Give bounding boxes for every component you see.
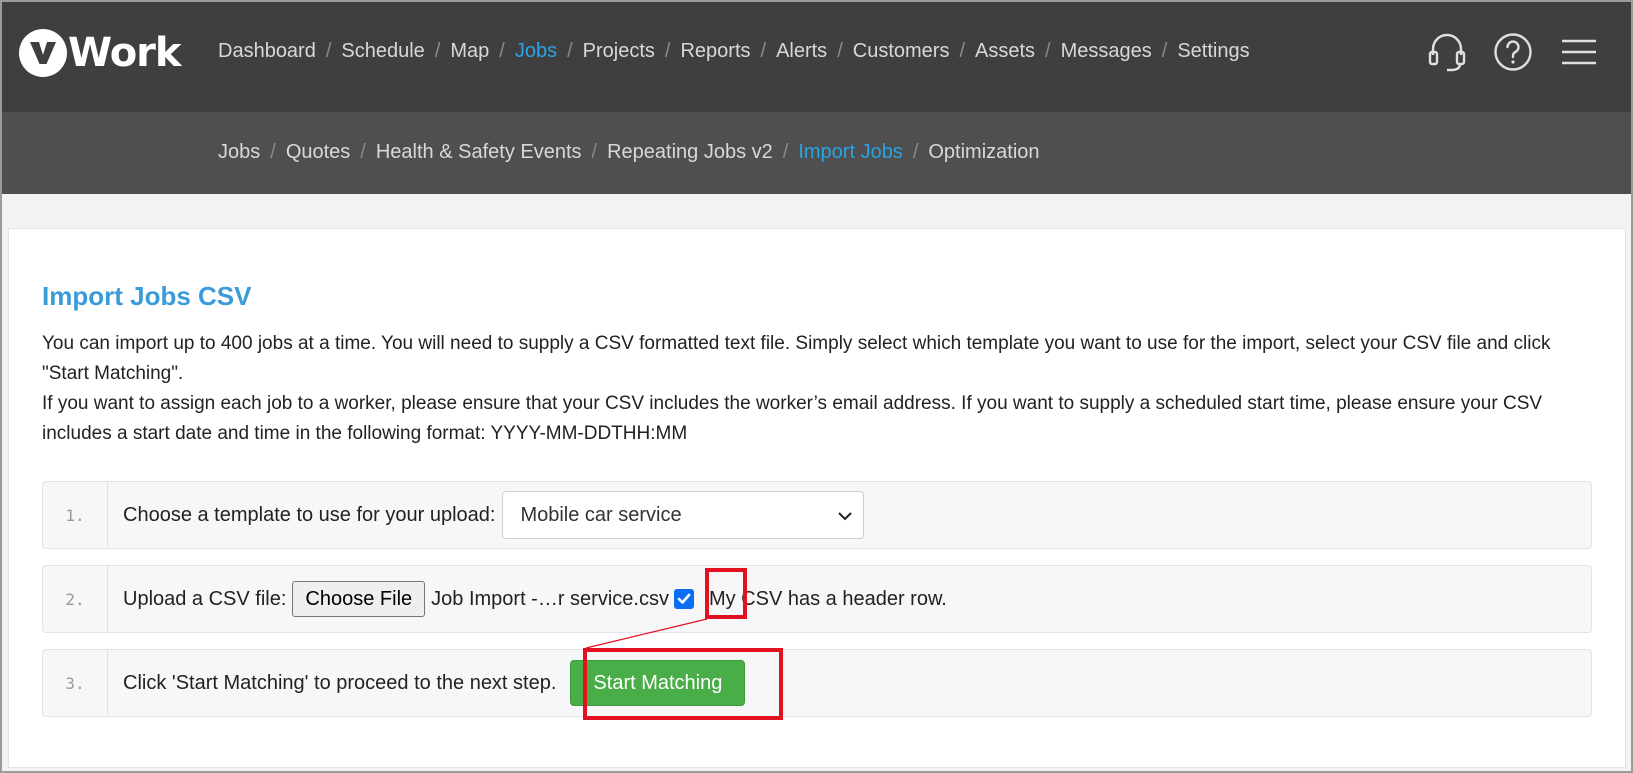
app-window: Work Dashboard / Schedule / Map / Jobs / Project… [0,0,1633,773]
annotation-connector-line [585,618,708,649]
